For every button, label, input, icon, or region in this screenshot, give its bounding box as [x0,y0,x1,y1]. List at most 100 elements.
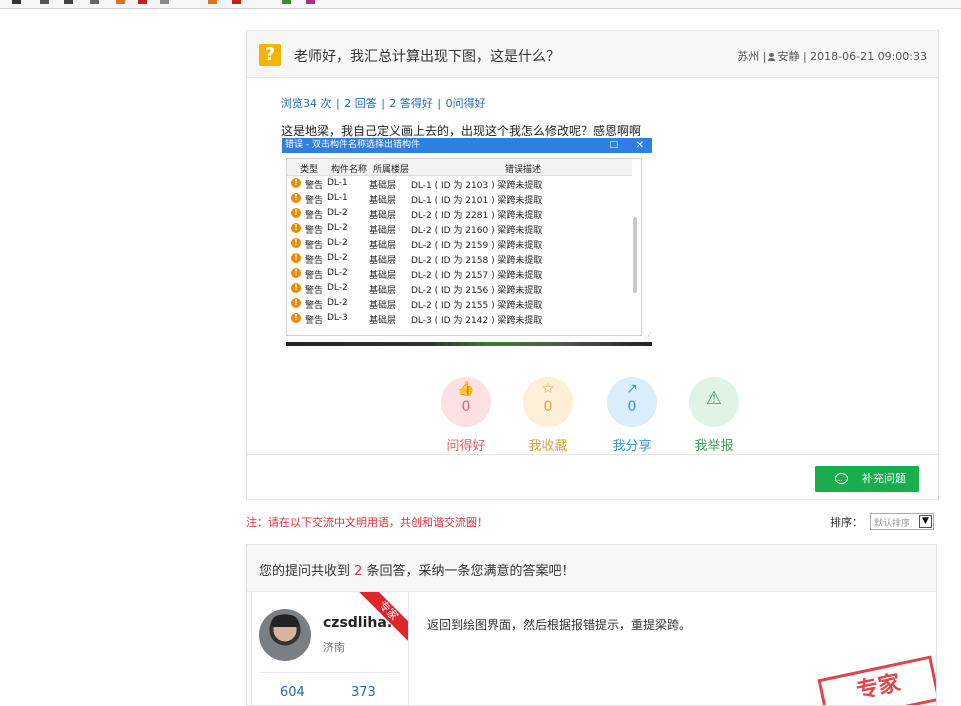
error-row[interactable]: ! 警告 DL-2 基础层 DL-2 ( ID 为 2157 ) 梁跨未提取 [287,266,632,281]
error-row[interactable]: ! 警告 DL-1 基础层 DL-1 ( ID 为 2101 ) 梁跨未提取 [287,191,632,206]
action-label: 我分享 [612,439,652,454]
action-label: 我收藏 [528,439,568,454]
question-card: ? 老师好，我汇总计算出现下图，这是什么？ 苏州 | 安静 | 2018-06-2… [246,30,939,500]
sort-label: 排序： [830,516,863,529]
warning-icon: ! [291,238,301,248]
error-desc: DL-2 ( ID 为 2281 ) 梁跨未提取 [411,211,543,221]
answerer-stat-2[interactable]: 373 [351,685,376,700]
error-row[interactable]: ! 警告 DL-2 基础层 DL-2 ( ID 为 2160 ) 梁跨未提取 [287,221,632,236]
error-desc: DL-1 ( ID 为 2101 ) 梁跨未提取 [411,196,543,206]
error-type: 警告 [305,256,324,266]
error-floor: 基础层 [369,226,397,236]
warning-icon: ! [291,178,301,188]
question-screenshot[interactable]: 错误 - 双击构件名称选择出错构件 □ ✕ 类型 构件名称 所属楼层 错误描述 … [282,138,652,346]
error-floor: 基础层 [369,271,397,281]
error-row[interactable]: ! 警告 DL-1 基础层 DL-1 ( ID 为 2103 ) 梁跨未提取 [287,176,632,191]
question-meta: 苏州 | 安静 | 2018-06-21 09:00:33 [737,50,927,63]
resize-grip-icon: ⋰ [645,332,652,340]
good-question-link[interactable]: 0问得好 [446,97,486,110]
action-circle[interactable]: ☆ 0 [523,377,573,427]
error-row[interactable]: ! 警告 DL-2 基础层 DL-2 ( ID 为 2159 ) 梁跨未提取 [287,236,632,251]
profile-divider [260,672,400,673]
answers-header-prefix: 您的提问共收到 [259,564,355,579]
close-icon: ✕ [635,140,644,151]
error-floor: 基础层 [369,241,397,251]
action-label: 我举报 [694,439,734,454]
answerer-stat-1[interactable]: 604 [280,685,305,700]
error-component: DL-2 [327,238,348,248]
error-row[interactable]: ! 警告 DL-3 基础层 DL-3 ( ID 为 2142 ) 梁跨未提取 [287,311,632,326]
question-body: 这是地梁，我自己定义画上去的，出现这个我怎么修改呢？感恩啊啊 [281,124,642,138]
error-type: 警告 [305,316,324,326]
warning-icon: ! [291,298,301,308]
error-row[interactable]: ! 警告 DL-2 基础层 DL-2 ( ID 为 2155 ) 梁跨未提取 [287,296,632,311]
error-component: DL-1 [327,193,348,203]
good-answers-link[interactable]: 2 答得好 [389,97,433,110]
action-count: 0 [627,399,637,415]
share-icon: ↗ [626,381,638,397]
col-desc: 错误描述 [505,165,542,175]
question-location: 苏州 [737,50,760,63]
answers-link[interactable]: 2 回答 [344,97,377,110]
answers-header: 您的提问共收到 2 条回答，采纳一条您满意的答案吧！ [247,545,936,592]
error-desc: DL-2 ( ID 为 2157 ) 梁跨未提取 [411,271,543,281]
thumbs-up-icon: 👍 [457,381,475,397]
error-component: DL-2 [327,253,348,263]
error-type: 警告 [305,301,324,311]
action-star[interactable]: ☆ 0 我收藏 [522,377,574,454]
answer-text: 返回到绘图界面，然后根据报错提示，重提梁跨。 [427,618,692,632]
error-row[interactable]: ! 警告 DL-2 基础层 DL-2 ( ID 为 2156 ) 梁跨未提取 [287,281,632,296]
action-circle[interactable]: ↗ 0 [607,377,657,427]
avatar[interactable] [259,609,311,661]
action-count: 0 [543,399,553,415]
error-row[interactable]: ! 警告 DL-2 基础层 DL-2 ( ID 为 2158 ) 梁跨未提取 [287,251,632,266]
question-author[interactable]: 安静 [777,50,799,63]
warning-icon: ! [291,253,301,263]
chevron-down-icon: ▼ [919,515,932,528]
col-type: 类型 [300,165,319,175]
add-question-label: 补充问题 [862,472,906,485]
action-circle[interactable]: ⚠ [689,377,739,427]
error-floor: 基础层 [369,211,397,221]
civility-note: 注：请在以下交流中文明用语，共创和谐交流圈！ [246,516,488,529]
error-type: 警告 [305,271,324,281]
action-share[interactable]: ↗ 0 我分享 [606,377,658,454]
screenshot-titlebar: 错误 - 双击构件名称选择出错构件 □ ✕ [282,138,652,153]
error-type: 警告 [305,226,324,236]
chat-bubble-icon [835,468,848,494]
error-floor: 基础层 [369,286,397,296]
error-type: 警告 [305,241,324,251]
error-floor: 基础层 [369,316,397,326]
sort-select[interactable]: 默认排序 ▼ [870,513,934,530]
error-desc: DL-3 ( ID 为 2142 ) 梁跨未提取 [411,316,543,326]
question-header: ? 老师好，我汇总计算出现下图，这是什么？ 苏州 | 安静 | 2018-06-2… [247,31,938,78]
answers-card: 您的提问共收到 2 条回答，采纳一条您满意的答案吧！ czsdliha... 济… [246,544,937,706]
error-component: DL-2 [327,208,348,218]
warning-icon: ! [291,223,301,233]
error-floor: 基础层 [369,181,397,191]
error-desc: DL-2 ( ID 为 2159 ) 梁跨未提取 [411,241,543,251]
warning-icon: ⚠ [705,388,723,409]
error-component: DL-3 [327,313,348,323]
error-component: DL-2 [327,223,348,233]
screenshot-title: 错误 - 双击构件名称选择出错构件 [285,140,420,150]
question-mark-icon: ? [259,44,281,66]
user-icon [768,53,776,61]
action-count: 0 [461,399,471,415]
warning-icon: ! [291,208,301,218]
maximize-icon: □ [609,140,618,150]
error-component: DL-2 [327,283,348,293]
question-footer: 补充问题 [247,454,938,500]
action-warning[interactable]: ⚠ 我举报 [688,377,740,454]
error-type: 警告 [305,196,324,206]
views-link[interactable]: 浏览34 次 [281,97,332,110]
screenshot-bottom-strip [286,342,652,346]
error-floor: 基础层 [369,196,397,206]
add-question-button[interactable]: 补充问题 [815,466,919,494]
error-row[interactable]: ! 警告 DL-2 基础层 DL-2 ( ID 为 2281 ) 梁跨未提取 [287,206,632,221]
error-type: 警告 [305,181,324,191]
warning-icon: ! [291,268,301,278]
action-thumbs-up[interactable]: 👍 0 问得好 [440,377,492,454]
action-circle[interactable]: 👍 0 [441,377,491,427]
error-list: 类型 构件名称 所属楼层 错误描述 ! 警告 DL-1 基础层 DL-1 ( ID 为 … [286,158,642,336]
